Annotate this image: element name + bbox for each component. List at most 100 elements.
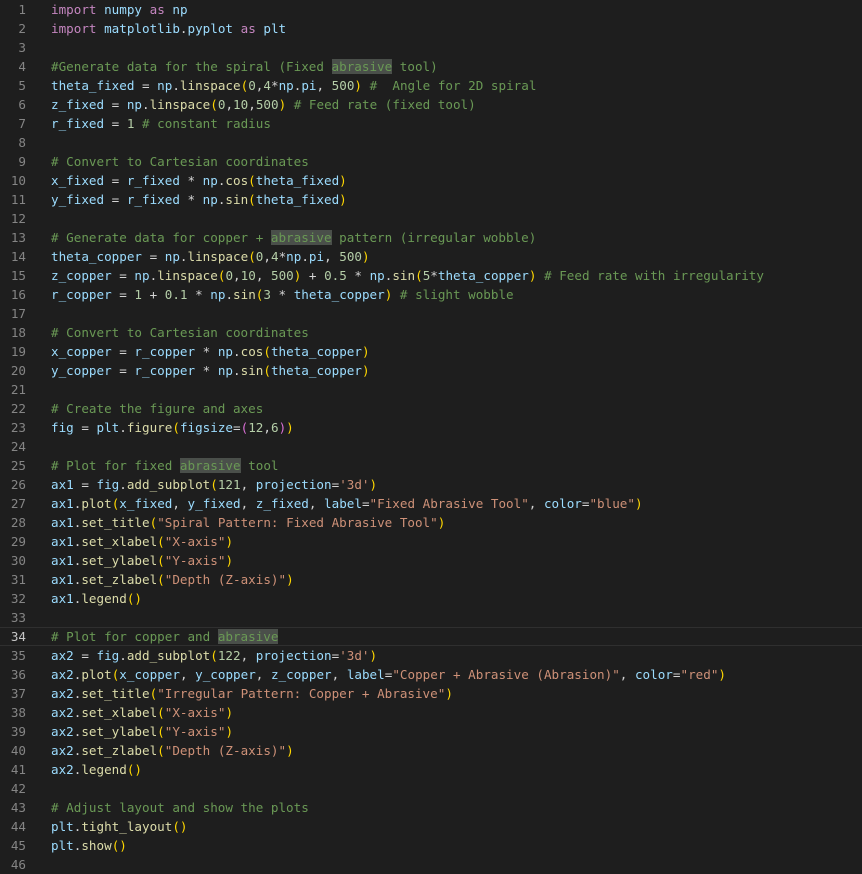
code-line[interactable]: 12 xyxy=(0,209,862,228)
code-token: = xyxy=(73,477,97,492)
code-line[interactable]: 31 ax1.set_zlabel("Depth (Z-axis)") xyxy=(0,570,862,589)
code-token: * xyxy=(430,268,438,283)
code-line[interactable]: 10 x_fixed = r_fixed * np.cos(theta_fixed… xyxy=(0,171,862,190)
code-token: () xyxy=(126,591,143,606)
code-line[interactable]: 39 ax2.set_ylabel("Y-axis") xyxy=(0,722,862,741)
code-line[interactable]: 11 y_fixed = r_fixed * np.sin(theta_fixed… xyxy=(0,190,862,209)
code-editor[interactable]: 1 import numpy as np 2 import matplotlib.py… xyxy=(0,0,862,874)
code-line[interactable]: 24 xyxy=(0,437,862,456)
code-line[interactable]: 33 xyxy=(0,608,862,627)
code-token: = xyxy=(104,192,127,207)
code-line[interactable]: 26 ax1 = fig.add_subplot(121, projection=… xyxy=(0,475,862,494)
code-line[interactable]: 4 #Generate data for the spiral (Fixed ab… xyxy=(0,57,862,76)
code-token: , xyxy=(331,667,347,682)
code-line[interactable]: 17 xyxy=(0,304,862,323)
code-line[interactable]: 6 z_fixed = np.linspace(0,10,500) # Feed … xyxy=(0,95,862,114)
code-token: ) xyxy=(339,192,347,207)
code-line[interactable]: 7 r_fixed = 1 # constant radius xyxy=(0,114,862,133)
code-line[interactable]: 18 # Convert to Cartesian coordinates xyxy=(0,323,862,342)
code-line[interactable]: 30 ax1.set_ylabel("Y-axis") xyxy=(0,551,862,570)
line-number: 23 xyxy=(10,420,26,435)
code-line[interactable]: 35 ax2 = fig.add_subplot(122, projection=… xyxy=(0,646,862,665)
code-line[interactable]: 14 theta_copper = np.linspace(0,4*np.pi, … xyxy=(0,247,862,266)
code-line[interactable]: 25 # Plot for fixed abrasive tool xyxy=(0,456,862,475)
code-token: ( xyxy=(210,648,218,663)
code-line[interactable]: 45 plt.show() xyxy=(0,836,862,855)
code-line[interactable]: 2 import matplotlib.pyplot as plt xyxy=(0,19,862,38)
code-token: set_title xyxy=(81,686,150,701)
code-line[interactable]: 15 z_copper = np.linspace(0,10, 500) + 0.… xyxy=(0,266,862,285)
line-number: 6 xyxy=(18,97,26,112)
code-token: ax2 xyxy=(51,743,74,758)
code-token: abrasive xyxy=(270,230,332,245)
code-token: z_copper xyxy=(51,268,112,283)
code-line[interactable]: 5 theta_fixed = np.linspace(0,4*np.pi, 50… xyxy=(0,76,862,95)
code-token: tool) xyxy=(392,59,438,74)
code-line[interactable]: 40 ax2.set_zlabel("Depth (Z-axis)") xyxy=(0,741,862,760)
line-number: 45 xyxy=(10,838,26,853)
code-line[interactable]: 28 ax1.set_title("Spiral Pattern: Fixed A… xyxy=(0,513,862,532)
code-token: np xyxy=(202,192,218,207)
code-line[interactable]: 34 # Plot for copper and abrasive xyxy=(0,627,862,646)
code-token: plt xyxy=(263,21,287,36)
code-token: # Plot for copper and xyxy=(51,629,218,644)
code-line[interactable]: 8 xyxy=(0,133,862,152)
code-line[interactable]: 36 ax2.plot(x_copper, y_copper, z_copper,… xyxy=(0,665,862,684)
code-token: ) xyxy=(225,553,234,568)
code-token: () xyxy=(172,819,188,834)
code-line[interactable]: 21 xyxy=(0,380,862,399)
line-number: 25 xyxy=(10,458,26,473)
code-token: . xyxy=(301,249,309,264)
code-line[interactable]: 42 xyxy=(0,779,862,798)
code-token: . xyxy=(179,249,188,264)
code-token: theta_fixed xyxy=(255,192,340,207)
code-token: np xyxy=(164,249,180,264)
code-text: ax2.set_zlabel("Depth (Z-axis)") xyxy=(51,741,294,760)
code-token: theta_fixed xyxy=(51,78,135,93)
code-line[interactable]: 38 ax2.set_xlabel("X-axis") xyxy=(0,703,862,722)
code-line[interactable]: 9 # Convert to Cartesian coordinates xyxy=(0,152,862,171)
line-number: 46 xyxy=(10,857,26,872)
code-line[interactable]: 22 # Create the figure and axes xyxy=(0,399,862,418)
code-line[interactable]: 32 ax1.legend() xyxy=(0,589,862,608)
code-token: ax1 xyxy=(51,572,74,587)
code-line[interactable]: 27 ax1.plot(x_fixed, y_fixed, z_fixed, la… xyxy=(0,494,862,513)
line-number: 12 xyxy=(10,211,26,226)
code-line[interactable]: 20 y_copper = r_copper * np.sin(theta_cop… xyxy=(0,361,862,380)
code-token: = xyxy=(104,116,127,131)
code-line[interactable]: 46 xyxy=(0,855,862,874)
code-token: as xyxy=(149,2,165,17)
code-line[interactable]: 23 fig = plt.figure(figsize=(12,6)) xyxy=(0,418,862,437)
code-token: . xyxy=(233,344,241,359)
code-line[interactable]: 1 import numpy as np xyxy=(0,0,862,19)
code-token: show xyxy=(81,838,112,853)
code-token: x_fixed xyxy=(119,496,173,511)
code-token: projection xyxy=(255,477,332,492)
code-token: ax1 xyxy=(51,591,74,606)
code-token: ( xyxy=(157,705,165,720)
code-token: = xyxy=(134,78,158,93)
code-line[interactable]: 29 ax1.set_xlabel("X-axis") xyxy=(0,532,862,551)
code-line[interactable]: 43 # Adjust layout and show the plots xyxy=(0,798,862,817)
code-line[interactable]: 3 xyxy=(0,38,862,57)
code-token: . xyxy=(225,287,234,302)
line-number: 2 xyxy=(18,21,26,36)
code-line[interactable]: 19 x_copper = r_copper * np.cos(theta_cop… xyxy=(0,342,862,361)
code-token: theta_copper xyxy=(437,268,529,283)
code-line[interactable]: 16 r_copper = 1 + 0.1 * np.sin(3 * theta_… xyxy=(0,285,862,304)
code-line[interactable]: 37 ax2.set_title("Irregular Pattern: Copp… xyxy=(0,684,862,703)
code-token: figure xyxy=(126,420,173,435)
code-token: '3d' xyxy=(339,648,370,663)
code-token: * xyxy=(195,344,218,359)
line-number: 39 xyxy=(10,724,26,739)
code-text: # Convert to Cartesian coordinates xyxy=(51,323,309,342)
code-token: ax1 xyxy=(51,553,74,568)
code-token: * xyxy=(179,192,203,207)
code-token: fig xyxy=(96,477,120,492)
code-token: ax2 xyxy=(51,705,74,720)
code-line[interactable]: 13 # Generate data for copper + abrasive … xyxy=(0,228,862,247)
code-token: 3 xyxy=(263,287,271,302)
code-line[interactable]: 44 plt.tight_layout() xyxy=(0,817,862,836)
code-line[interactable]: 41 ax2.legend() xyxy=(0,760,862,779)
code-token: "Copper + Abrasive (Abrasion)" xyxy=(392,667,620,682)
